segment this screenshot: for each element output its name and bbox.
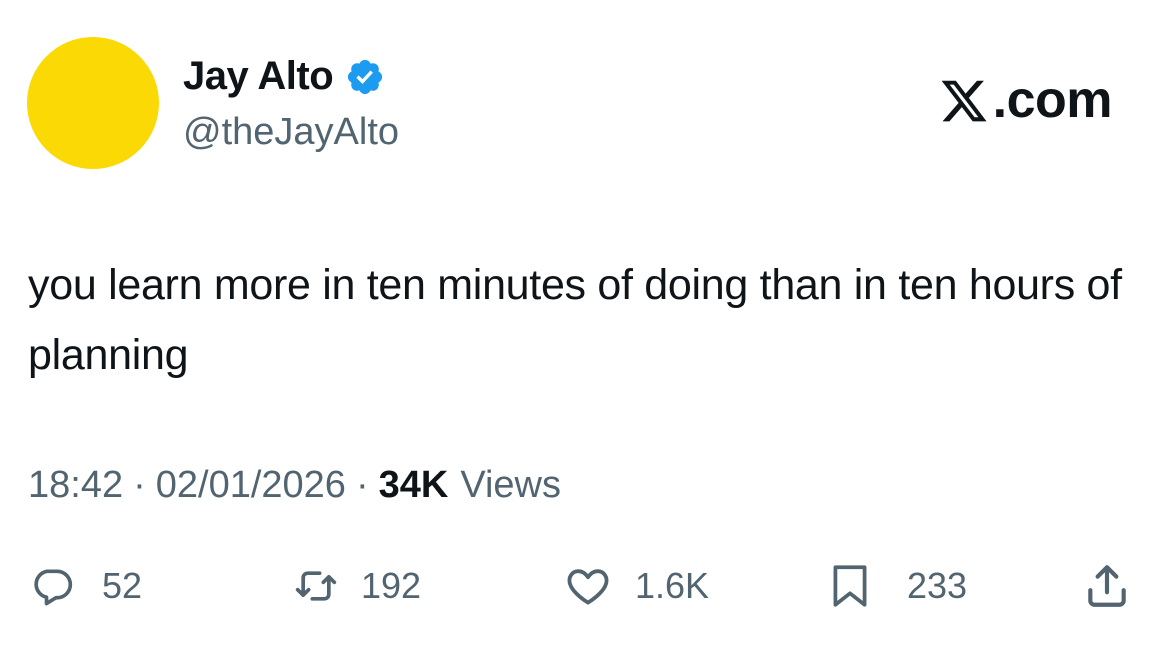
brand-watermark: .com [937, 70, 1113, 130]
views-label: Views [460, 464, 561, 506]
author-handle[interactable]: @theJayAlto [183, 108, 399, 156]
share-button[interactable] [1082, 555, 1132, 617]
meta-separator: · [133, 464, 146, 506]
bookmark-icon [833, 565, 867, 607]
views-count: 34K [378, 464, 449, 506]
action-bar: 52 192 1.6K 233 [0, 555, 1170, 617]
repost-button[interactable]: 192 [285, 555, 421, 617]
share-icon [1088, 565, 1126, 607]
tweet-text: you learn more in ten minutes of doing t… [28, 261, 1122, 379]
bookmark-count: 233 [907, 565, 968, 606]
verified-badge-icon [348, 59, 383, 95]
repost-count: 192 [361, 565, 422, 606]
tweet-meta: 18:42 · 02/01/2026 · 34K Views [28, 460, 561, 510]
brand-label: .com [992, 71, 1113, 129]
author-name-row: Jay Alto [183, 52, 385, 100]
reply-button[interactable]: 52 [30, 555, 142, 617]
x-logo-icon [941, 80, 987, 122]
reply-icon [34, 569, 73, 606]
repost-icon [295, 571, 337, 601]
tweet-date[interactable]: 02/01/2026 [156, 460, 346, 510]
avatar[interactable] [27, 37, 159, 169]
meta-separator: · [355, 464, 369, 506]
like-count: 1.6K [635, 565, 710, 606]
bookmark-button[interactable]: 233 [825, 555, 967, 617]
reply-count: 52 [102, 565, 143, 606]
heart-icon [567, 569, 609, 605]
tweet-time[interactable]: 18:42 [28, 460, 123, 510]
like-button[interactable]: 1.6K [563, 555, 709, 617]
display-name[interactable]: Jay Alto [183, 52, 334, 100]
